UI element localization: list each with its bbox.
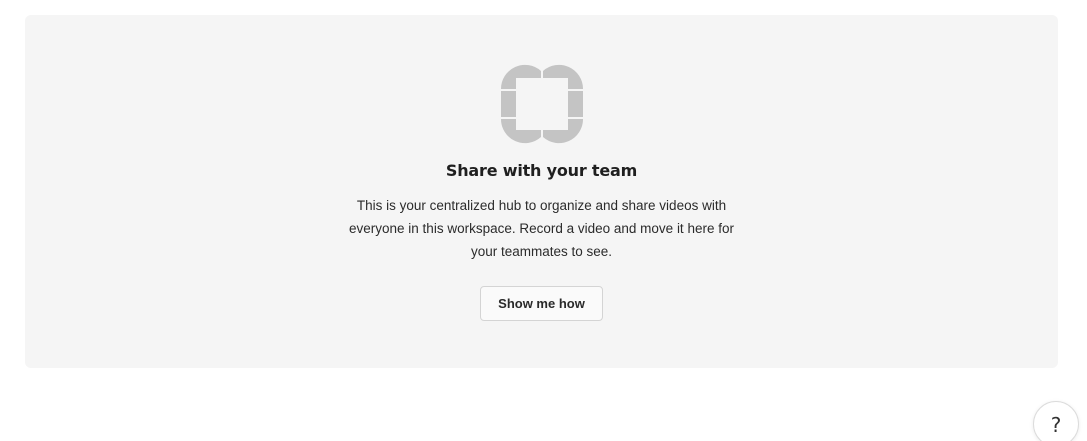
page: Share with your team This is your centra…: [0, 0, 1087, 441]
empty-state-description: This is your centralized hub to organize…: [349, 198, 734, 259]
team-hub-icon: [500, 64, 584, 144]
show-me-how-button[interactable]: Show me how: [480, 286, 603, 321]
empty-state-title: Share with your team: [445, 161, 638, 180]
help-icon[interactable]: ?: [1033, 401, 1079, 441]
